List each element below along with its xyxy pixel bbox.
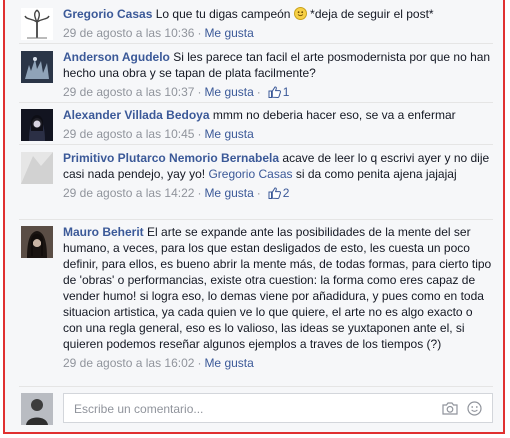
- comment-item: Mauro Beherit El arte se expande ante la…: [19, 224, 493, 371]
- comment-author[interactable]: Primitivo Plutarco Nemorio Bernabela: [63, 151, 279, 165]
- comment-composer: [19, 389, 493, 425]
- thumbs-up-icon: [268, 86, 281, 102]
- divider: [19, 144, 493, 145]
- comment-item: Anderson Agudelo Si les parece tan facil…: [19, 49, 493, 102]
- comment-author[interactable]: Alexander Villada Bedoya: [63, 108, 210, 122]
- comment-text: Lo que tu digas campeón: [155, 7, 291, 21]
- like-link[interactable]: Me gusta: [204, 127, 253, 141]
- divider: [19, 386, 493, 387]
- comment-author[interactable]: Mauro Beherit: [63, 225, 144, 239]
- comment-timestamp[interactable]: 29 de agosto a las 14:22: [63, 186, 194, 200]
- comment-timestamp[interactable]: 29 de agosto a las 16:02: [63, 356, 194, 370]
- divider: [19, 102, 493, 103]
- current-user-avatar: [21, 393, 53, 425]
- avatar[interactable]: [21, 51, 53, 83]
- avatar[interactable]: [21, 152, 53, 184]
- avatar[interactable]: [21, 109, 53, 141]
- comment-text-continued: *deja de seguir el post*: [310, 7, 434, 21]
- comment-text: mmm no deberia hacer eso, se va a enferm…: [212, 108, 456, 122]
- comment-item: Primitivo Plutarco Nemorio Bernabela aca…: [19, 150, 493, 203]
- smiley-emoji-icon: [293, 7, 307, 20]
- like-link[interactable]: Me gusta: [204, 85, 253, 99]
- comment-timestamp[interactable]: 29 de agosto a las 10:36: [63, 26, 194, 40]
- comments-panel: Gregorio Casas Lo que tu digas campeón *…: [3, 0, 505, 434]
- comment-item: Alexander Villada Bedoya mmm no deberia …: [19, 107, 493, 142]
- like-link[interactable]: Me gusta: [204, 26, 253, 40]
- comment-author[interactable]: Anderson Agudelo: [63, 50, 170, 64]
- like-count[interactable]: 2: [283, 186, 290, 200]
- like-count[interactable]: 1: [283, 85, 290, 99]
- comment-timestamp[interactable]: 29 de agosto a las 10:45: [63, 127, 194, 141]
- avatar[interactable]: [21, 8, 53, 40]
- avatar[interactable]: [21, 226, 53, 258]
- comment-item: Gregorio Casas Lo que tu digas campeón *…: [19, 6, 493, 41]
- divider: [19, 43, 493, 44]
- comment-author[interactable]: Gregorio Casas: [63, 7, 152, 21]
- thumbs-up-icon: [268, 187, 281, 203]
- divider: [19, 219, 493, 220]
- smile-icon[interactable]: [467, 401, 482, 419]
- comment-timestamp[interactable]: 29 de agosto a las 10:37: [63, 85, 194, 99]
- comment-input-box[interactable]: [63, 393, 493, 423]
- comment-text-continued: si da como penita ajena jajajaj: [295, 167, 457, 181]
- camera-icon[interactable]: [442, 402, 458, 418]
- like-link[interactable]: Me gusta: [204, 356, 253, 370]
- like-link[interactable]: Me gusta: [204, 186, 253, 200]
- mention-link[interactable]: Gregorio Casas: [208, 167, 292, 181]
- comment-text: El arte se expande ante las posibilidade…: [63, 225, 492, 351]
- comment-input[interactable]: [72, 400, 416, 418]
